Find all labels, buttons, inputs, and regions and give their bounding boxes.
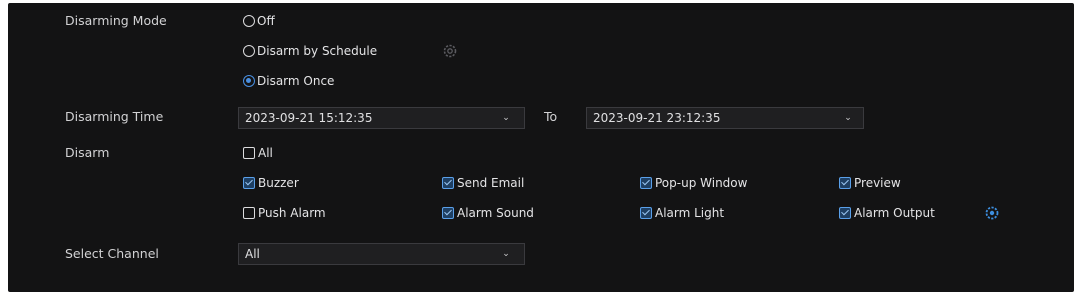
checkbox-all[interactable]: All bbox=[243, 145, 273, 161]
radio-disarm-by-schedule[interactable]: Disarm by Schedule bbox=[243, 43, 377, 59]
checkbox-push-alarm-label: Push Alarm bbox=[258, 206, 326, 220]
end-time-select[interactable]: 2023-09-21 23:12:35 ⌄ bbox=[586, 107, 864, 129]
checkbox-alarm-sound[interactable]: Alarm Sound bbox=[442, 205, 534, 221]
gear-icon[interactable] bbox=[985, 206, 999, 220]
checkbox-popup-window[interactable]: Pop-up Window bbox=[640, 175, 747, 191]
checkbox-buzzer[interactable]: Buzzer bbox=[243, 175, 299, 191]
disarming-mode-label: Disarming Mode bbox=[65, 13, 167, 28]
checkbox-all-box[interactable] bbox=[243, 147, 255, 159]
checkbox-push-alarm[interactable]: Push Alarm bbox=[243, 205, 326, 221]
radio-schedule-circle[interactable] bbox=[243, 45, 255, 57]
checkbox-alarm-output-label: Alarm Output bbox=[854, 206, 935, 220]
checkbox-buzzer-box[interactable] bbox=[243, 177, 255, 189]
channel-select[interactable]: All ⌄ bbox=[238, 243, 525, 265]
checkbox-buzzer-label: Buzzer bbox=[258, 176, 299, 190]
radio-once-label: Disarm Once bbox=[257, 74, 335, 88]
checkbox-push-alarm-box[interactable] bbox=[243, 207, 255, 219]
radio-schedule-label: Disarm by Schedule bbox=[257, 44, 378, 58]
checkbox-all-label: All bbox=[258, 146, 273, 160]
to-label: To bbox=[544, 109, 558, 124]
select-channel-label: Select Channel bbox=[65, 246, 159, 261]
disarm-label: Disarm bbox=[65, 145, 110, 160]
checkbox-preview[interactable]: Preview bbox=[839, 175, 901, 191]
chevron-down-icon[interactable]: ⌄ bbox=[843, 108, 853, 128]
checkbox-send-email[interactable]: Send Email bbox=[442, 175, 524, 191]
start-time-select[interactable]: 2023-09-21 15:12:35 ⌄ bbox=[238, 107, 525, 129]
radio-once-circle[interactable] bbox=[243, 75, 255, 87]
checkbox-alarm-light-box[interactable] bbox=[640, 207, 652, 219]
radio-off[interactable]: Off bbox=[243, 13, 275, 29]
checkbox-alarm-light-label: Alarm Light bbox=[655, 206, 725, 220]
radio-off-circle[interactable] bbox=[243, 15, 255, 27]
checkbox-send-email-label: Send Email bbox=[457, 176, 525, 190]
end-time-value: 2023-09-21 23:12:35 bbox=[593, 111, 721, 125]
checkbox-alarm-output[interactable]: Alarm Output bbox=[839, 205, 935, 221]
disarming-settings-panel: Disarming Mode Off Disarm by Schedule Di… bbox=[8, 3, 1074, 292]
checkbox-preview-box[interactable] bbox=[839, 177, 851, 189]
checkbox-alarm-sound-label: Alarm Sound bbox=[457, 206, 534, 220]
checkbox-send-email-box[interactable] bbox=[442, 177, 454, 189]
checkbox-popup-window-box[interactable] bbox=[640, 177, 652, 189]
channel-select-value: All bbox=[245, 247, 260, 261]
chevron-down-icon[interactable]: ⌄ bbox=[501, 108, 511, 128]
checkbox-preview-label: Preview bbox=[854, 176, 901, 190]
checkbox-popup-window-label: Pop-up Window bbox=[655, 176, 748, 190]
disarming-time-label: Disarming Time bbox=[65, 109, 164, 124]
checkbox-alarm-light[interactable]: Alarm Light bbox=[640, 205, 724, 221]
checkbox-alarm-output-box[interactable] bbox=[839, 207, 851, 219]
start-time-value: 2023-09-21 15:12:35 bbox=[245, 111, 373, 125]
radio-disarm-once[interactable]: Disarm Once bbox=[243, 73, 334, 89]
gear-icon[interactable] bbox=[443, 44, 457, 58]
checkbox-alarm-sound-box[interactable] bbox=[442, 207, 454, 219]
chevron-down-icon[interactable]: ⌄ bbox=[501, 244, 511, 264]
radio-off-label: Off bbox=[257, 14, 275, 28]
